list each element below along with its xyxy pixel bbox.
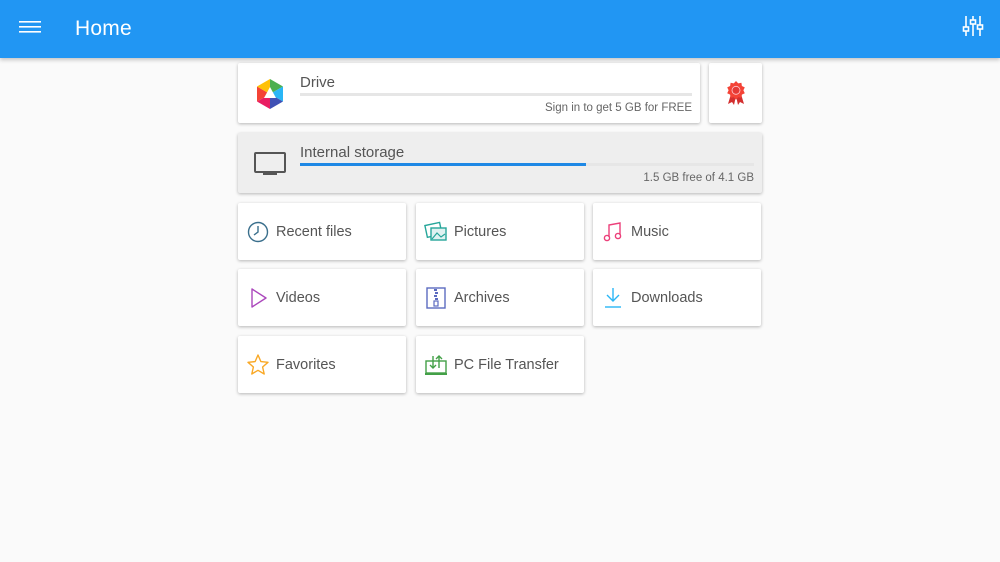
tile-label: PC File Transfer <box>454 357 559 373</box>
internal-storage-usage-bar <box>300 163 754 166</box>
tile-label: Videos <box>276 290 321 306</box>
drive-badge-button[interactable] <box>709 63 762 123</box>
pc-file-transfer-icon-wrap <box>424 353 448 377</box>
tile-label: Favorites <box>276 357 336 373</box>
internal-storage-name: Internal storage <box>300 144 405 161</box>
music-icon-wrap <box>601 220 625 244</box>
star-icon <box>247 354 269 375</box>
sliders-settings-icon <box>962 16 984 36</box>
internal-storage-card[interactable]: Internal storage 1.5 GB free of 4.1 GB <box>238 133 762 193</box>
tile-label: Downloads <box>631 290 703 306</box>
tile-label: Music <box>631 224 669 240</box>
hamburger-menu-icon <box>19 21 41 33</box>
drive-usage-bar <box>300 93 692 96</box>
internal-storage-usage-fill <box>300 163 587 166</box>
archives-icon-wrap <box>424 286 448 310</box>
drive-logo <box>252 77 288 111</box>
clock-icon <box>247 221 269 243</box>
category-music[interactable]: Music <box>593 203 761 260</box>
tile-label: Pictures <box>454 224 507 240</box>
music-note-icon <box>603 222 622 242</box>
pc-file-transfer-icon <box>425 355 447 375</box>
play-icon <box>251 288 267 308</box>
category-pictures[interactable]: Pictures <box>416 203 584 260</box>
tile-label: Archives <box>454 290 510 306</box>
recent-files-icon-wrap <box>246 220 270 244</box>
category-pc-file-transfer[interactable]: PC File Transfer <box>416 336 584 393</box>
category-archives[interactable]: Archives <box>416 269 584 326</box>
tile-label: Recent files <box>276 224 352 240</box>
download-icon <box>605 288 621 308</box>
category-recent-files[interactable]: Recent files <box>238 203 406 260</box>
award-ribbon-icon <box>726 81 745 105</box>
internal-storage-icon-wrap <box>252 147 288 181</box>
downloads-icon-wrap <box>601 286 625 310</box>
app-bar: Home <box>0 0 1000 58</box>
drive-subtitle: Sign in to get 5 GB for FREE <box>544 102 692 114</box>
archive-zip-icon <box>426 287 446 309</box>
favorites-icon-wrap <box>246 353 270 377</box>
settings-button[interactable] <box>958 10 988 42</box>
internal-storage-subtitle: 1.5 GB free of 4.1 GB <box>643 172 754 184</box>
pictures-icon <box>424 221 447 241</box>
drive-name: Drive <box>300 74 336 91</box>
drive-hexagon-logo-icon <box>257 79 283 109</box>
monitor-storage-icon <box>254 152 286 175</box>
category-videos[interactable]: Videos <box>238 269 406 326</box>
page-title: Home <box>75 17 132 40</box>
category-favorites[interactable]: Favorites <box>238 336 406 393</box>
drive-card[interactable]: Drive Sign in to get 5 GB for FREE <box>238 63 700 123</box>
pictures-icon-wrap <box>424 220 448 244</box>
category-downloads[interactable]: Downloads <box>593 269 761 326</box>
menu-button[interactable] <box>10 9 50 45</box>
videos-icon-wrap <box>246 286 270 310</box>
